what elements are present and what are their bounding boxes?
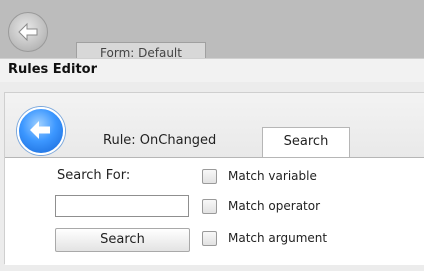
- back-button[interactable]: [17, 107, 65, 155]
- match-operator-checkbox[interactable]: [202, 199, 217, 214]
- search-tab-panel: Search For: Search Match variable Match …: [5, 157, 424, 265]
- match-argument-label: Match argument: [228, 231, 328, 245]
- editor-panel: Rule: OnChanged Search Search For: Searc…: [4, 92, 424, 265]
- search-button[interactable]: Search: [55, 228, 190, 252]
- rule-label: Rule: OnChanged: [103, 133, 217, 148]
- background-back-button[interactable]: [8, 12, 48, 52]
- rules-editor-titlebar: Rules Editor: [0, 58, 424, 83]
- rules-editor-body: Rule: OnChanged Search Search For: Searc…: [0, 82, 424, 271]
- back-arrow-icon: [18, 22, 38, 42]
- match-variable-label: Match variable: [228, 169, 317, 183]
- background-window: Form: Default: [0, 0, 424, 63]
- match-operator-label: Match operator: [228, 199, 321, 213]
- window-title: Rules Editor: [8, 62, 98, 77]
- match-variable-checkbox[interactable]: [202, 169, 217, 184]
- tab-search[interactable]: Search: [262, 127, 350, 158]
- editor-header: Rule: OnChanged Search: [5, 93, 424, 158]
- search-for-label: Search For:: [57, 168, 131, 183]
- match-argument-checkbox[interactable]: [202, 231, 217, 246]
- search-input[interactable]: [55, 195, 189, 217]
- back-arrow-icon: [30, 121, 50, 139]
